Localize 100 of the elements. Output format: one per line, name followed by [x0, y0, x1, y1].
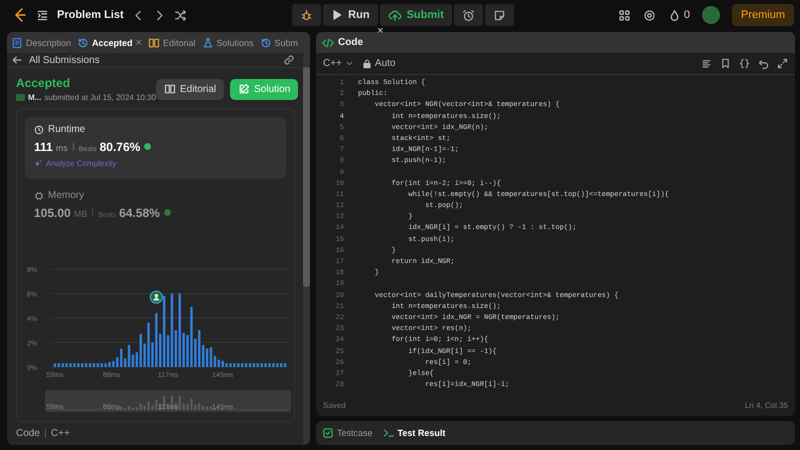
histogram-bar[interactable]	[190, 306, 193, 367]
coin-count: 0	[684, 9, 690, 21]
chip-icon	[34, 190, 44, 200]
histogram-bar[interactable]	[244, 363, 248, 367]
cursor-position: Ln 4, Col 35	[744, 400, 788, 410]
histogram-bar[interactable]	[268, 363, 271, 367]
histogram-bar[interactable]	[225, 363, 228, 367]
close-mark[interactable]: ×	[377, 25, 384, 37]
debug-button[interactable]	[292, 4, 322, 26]
histogram-bar[interactable]	[260, 363, 263, 367]
note-icon	[492, 8, 506, 22]
histogram-bar[interactable]	[136, 352, 138, 367]
panel-tab[interactable]: Test Result	[382, 427, 446, 439]
histogram-bar[interactable]	[58, 363, 60, 367]
histogram-bar[interactable]	[174, 330, 178, 367]
histogram-bar[interactable]	[124, 358, 126, 367]
scrollbar-thumb[interactable]	[303, 67, 310, 287]
submit-button[interactable]: Submit	[380, 4, 452, 26]
history-icon	[260, 36, 272, 48]
user-marker-icon	[150, 290, 163, 304]
panel-tab[interactable]: Accepted ×	[77, 36, 142, 48]
histogram-bar[interactable]	[233, 363, 236, 367]
metric-value: 105.00	[34, 206, 71, 220]
braces-icon	[739, 58, 750, 69]
histogram-bar[interactable]	[256, 363, 259, 367]
histogram-bar[interactable]	[151, 342, 154, 367]
histogram-bar[interactable]	[112, 360, 115, 367]
flame-icon	[668, 8, 681, 22]
histogram-bar[interactable]	[166, 335, 170, 367]
code-label: Code	[16, 428, 40, 439]
histogram-bar[interactable]	[162, 296, 166, 367]
save-status: Saved	[323, 400, 346, 410]
histogram-bar[interactable]	[69, 363, 72, 367]
histogram-bar[interactable]	[276, 363, 278, 367]
histogram-bar[interactable]	[229, 363, 232, 367]
histogram-bar[interactable]	[143, 344, 146, 367]
panel-tab[interactable]: Testcase	[322, 427, 373, 439]
histogram-bar[interactable]	[147, 322, 150, 367]
problem-list-link[interactable]: Problem List	[57, 9, 124, 21]
histogram-bar[interactable]	[170, 294, 174, 367]
premium-button[interactable]: Premium	[732, 4, 794, 26]
histogram-bar[interactable]	[221, 360, 224, 367]
metric-unit: MB	[74, 209, 88, 219]
play-icon	[331, 9, 344, 21]
histogram-bar[interactable]	[54, 363, 56, 367]
histogram-bar[interactable]	[73, 363, 76, 367]
histogram-bar[interactable]	[252, 363, 256, 367]
user-name[interactable]: M...	[28, 93, 42, 102]
panel-tab[interactable]: Editorial	[148, 36, 196, 48]
histogram-bar[interactable]	[84, 363, 88, 367]
histogram-bar[interactable]	[272, 363, 275, 367]
panel-tab[interactable]: Subm	[260, 36, 298, 48]
histogram-bar[interactable]	[182, 332, 185, 367]
histogram-bar[interactable]	[65, 363, 68, 367]
histogram-bar[interactable]	[96, 363, 99, 367]
panel-tab[interactable]: Solutions	[202, 36, 254, 48]
histogram-bar[interactable]	[92, 363, 96, 367]
alarm-clock-icon	[462, 8, 475, 22]
mode-label[interactable]: Auto	[374, 58, 396, 69]
histogram-bar[interactable]	[241, 363, 244, 367]
histogram-bar[interactable]	[116, 357, 119, 367]
all-submissions-link[interactable]: All Submissions	[29, 54, 277, 66]
histogram-bar[interactable]	[210, 347, 212, 367]
histogram-bar[interactable]	[155, 313, 158, 367]
metric-title: Memory	[48, 190, 84, 201]
histogram-bar[interactable]	[248, 363, 252, 367]
avatar[interactable]	[702, 6, 720, 24]
histogram-bar[interactable]	[108, 362, 111, 367]
histogram-bar[interactable]	[62, 363, 64, 367]
histogram-bar[interactable]	[237, 363, 240, 367]
book-icon	[164, 83, 176, 95]
lock-icon	[362, 58, 372, 68]
histogram-bar[interactable]	[264, 363, 267, 367]
histogram-bar[interactable]	[284, 363, 286, 367]
histogram-bar[interactable]	[104, 363, 107, 367]
histogram-bar[interactable]	[280, 363, 282, 367]
language-dropdown[interactable]: C++	[323, 58, 354, 69]
panel-tab[interactable]: Description	[11, 36, 72, 48]
language-label: C++	[50, 428, 70, 439]
histogram-bar[interactable]	[214, 356, 216, 367]
grid-icon	[618, 8, 631, 22]
histogram-bar[interactable]	[128, 344, 130, 367]
run-button[interactable]: Run	[323, 4, 378, 26]
alarm-button[interactable]	[454, 4, 483, 26]
badge-icon	[143, 142, 152, 151]
histogram-bar[interactable]	[132, 354, 134, 367]
histogram-bar[interactable]	[206, 348, 208, 367]
histogram-bar[interactable]	[81, 363, 84, 367]
back-arrow-icon	[11, 54, 23, 66]
format-icon	[701, 58, 712, 69]
notes-button[interactable]	[484, 4, 514, 26]
histogram-bar[interactable]	[202, 344, 204, 367]
submission-time: submitted at Jul 15, 2024 10:30	[44, 93, 156, 102]
histogram-bar[interactable]	[77, 363, 80, 367]
sparkle-icon	[34, 159, 43, 168]
editorial-button[interactable]: Editorial	[156, 78, 224, 100]
histogram-bar[interactable]	[194, 338, 197, 367]
histogram-bar[interactable]	[100, 363, 103, 367]
histogram-bar[interactable]	[186, 335, 189, 367]
histogram-bar[interactable]	[88, 363, 92, 367]
